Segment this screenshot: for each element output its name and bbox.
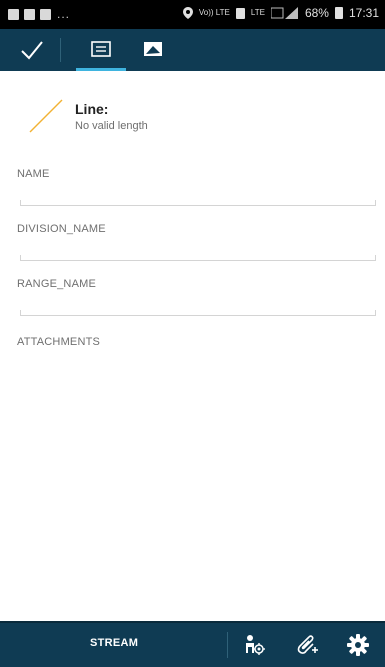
network-label: LTE xyxy=(250,8,265,17)
more-notifications: ... xyxy=(57,7,71,21)
feature-title: Line: xyxy=(75,101,109,117)
geometry-icon xyxy=(144,42,162,56)
network-label: Vo)) LTE xyxy=(198,8,230,17)
top-toolbar xyxy=(0,29,385,71)
signal-icon xyxy=(270,7,298,19)
notification-icon xyxy=(8,8,19,20)
feature-subtitle: No valid length xyxy=(75,120,148,132)
range-name-label: RANGE_NAME xyxy=(17,278,97,290)
tab-form[interactable] xyxy=(76,29,126,71)
settings-gear-icon[interactable] xyxy=(346,633,370,657)
range-name-input[interactable] xyxy=(20,310,376,316)
notification-icon xyxy=(40,8,51,20)
attachments-label: ATTACHMENTS xyxy=(17,336,101,348)
form-list-icon xyxy=(91,41,111,57)
bottom-toolbar: STREAM xyxy=(0,621,385,667)
battery-percent: 68% xyxy=(304,6,329,20)
checkmark-icon[interactable] xyxy=(20,39,44,61)
status-bar: ... Vo)) LTE LTE 68% 17:31 xyxy=(0,0,385,29)
battery-icon xyxy=(334,7,343,19)
bottom-divider xyxy=(227,632,228,658)
stream-button[interactable]: STREAM xyxy=(90,637,138,649)
division-name-label: DIVISION_NAME xyxy=(17,223,106,235)
active-tab-indicator xyxy=(76,68,126,71)
status-left: ... xyxy=(8,7,70,21)
division-name-input[interactable] xyxy=(20,255,376,261)
tab-geometry[interactable] xyxy=(136,29,170,71)
line-geometry-icon xyxy=(29,99,63,133)
name-label: NAME xyxy=(17,168,50,180)
add-attachment-icon[interactable] xyxy=(294,633,318,657)
location-icon xyxy=(182,7,193,19)
name-input[interactable] xyxy=(20,200,376,206)
toolbar-divider xyxy=(60,38,61,62)
sim-icon xyxy=(235,7,245,19)
notification-icon xyxy=(24,8,35,20)
app-frame: ... Vo)) LTE LTE 68% 17:31 Line: No vali… xyxy=(0,0,385,667)
clock: 17:31 xyxy=(348,6,379,20)
gps-tracking-icon[interactable] xyxy=(242,633,266,657)
status-right: Vo)) LTE LTE 68% 17:31 xyxy=(182,6,379,20)
